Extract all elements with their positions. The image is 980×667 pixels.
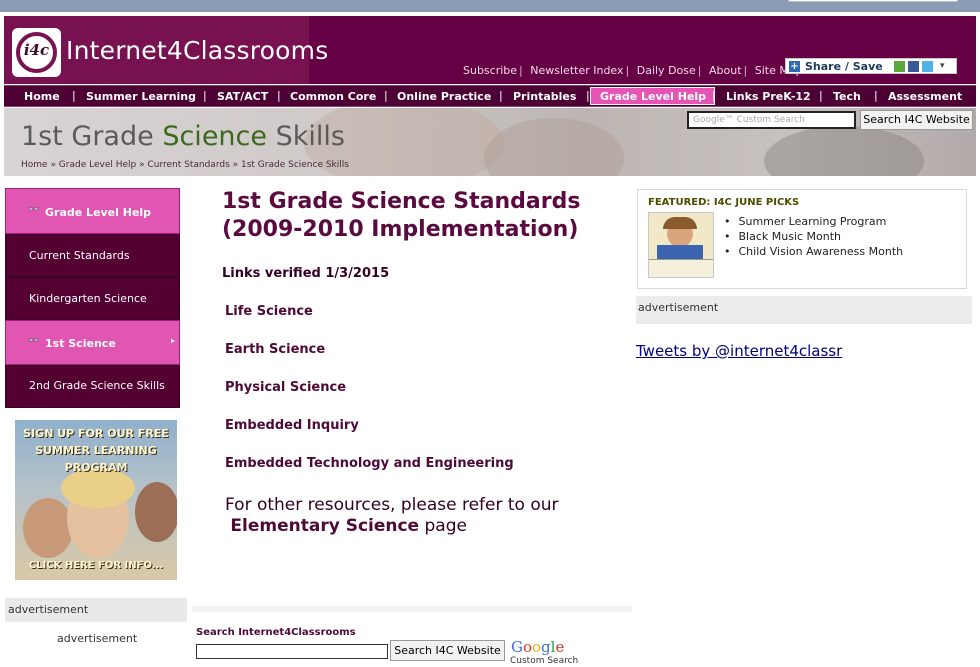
sidebar-item-current-standards[interactable]: Current Standards (5, 234, 180, 277)
google-logo-icon: Google (511, 638, 565, 656)
about-link[interactable]: About (709, 64, 742, 77)
daily-dose-link[interactable]: Daily Dose (637, 64, 696, 77)
utility-links: Subscribe | Newsletter Index | Daily Dose |… (463, 64, 803, 77)
site-header-frame: i4c Internet4Classrooms Subscribe | Newsl… (4, 16, 976, 176)
child-photo (23, 498, 73, 558)
sidebar-item-kindergarten-science[interactable]: Kindergarten Science (5, 277, 180, 320)
right-advertisement: advertisement (636, 296, 972, 324)
nav-summer-learning[interactable]: Summer Learning (86, 90, 196, 103)
featured-title: FEATURED: I4C JUNE PICKS (648, 197, 800, 208)
facebook-icon[interactable] (908, 61, 919, 72)
physical-science-link[interactable]: Physical Science (225, 380, 346, 395)
tweets-link[interactable]: Tweets by @internet4classr (636, 342, 842, 360)
main-heading: 1st Grade Science Standards (2009-2010 I… (222, 189, 581, 242)
nav-grade-level-help[interactable]: Grade Level Help (600, 90, 706, 103)
glasses-icon: 👓 (28, 205, 40, 215)
promo-headline: SIGN UP FOR OUR FREE SUMMER LEARNING PRO… (23, 427, 169, 474)
main-nav: Home | Summer Learning | SAT/ACT | Commo… (4, 85, 976, 107)
nav-home[interactable]: Home (24, 90, 60, 103)
sidebar-item-grade-level-help[interactable]: 👓 Grade Level Help (5, 188, 180, 234)
bottom-search-button[interactable]: Search I4C Website (390, 640, 505, 661)
glasses-icon: 👓 (28, 336, 40, 346)
bottom-search-input[interactable] (196, 644, 388, 659)
elementary-science-link[interactable]: Elementary Science (230, 516, 419, 536)
featured-list: Summer Learning Program Black Music Mont… (724, 214, 904, 259)
embedded-technology-link[interactable]: Embedded Technology and Engineering (225, 456, 514, 471)
twitter-icon[interactable] (922, 61, 933, 72)
top-strip-box (788, 0, 958, 2)
featured-item-child-vision[interactable]: Child Vision Awareness Month (724, 244, 904, 259)
sidebar-advertisement: advertisement (5, 598, 187, 622)
chevron-down-icon[interactable]: ▾ (940, 61, 951, 72)
browser-top-strip (0, 0, 980, 12)
promo-cta[interactable]: CLICK HERE FOR INFO... (15, 560, 177, 571)
featured-item-black-music-month[interactable]: Black Music Month (724, 229, 903, 244)
page-banner: 1st Grade Science Skills Home » Grade Le… (4, 108, 976, 176)
banner-search-button[interactable]: Search I4C Website (860, 110, 973, 130)
life-science-link[interactable]: Life Science (225, 304, 313, 319)
page-title: 1st Grade Science Skills (21, 121, 345, 152)
bottom-search-label: Search Internet4Classrooms (196, 627, 356, 638)
links-verified-text: Links verified 1/3/2015 (222, 266, 390, 281)
chevron-right-icon: ▸ (171, 336, 176, 345)
share-save-button[interactable]: + Share / Save ▾ (785, 58, 957, 74)
other-resources-line: Elementary Science page (230, 516, 467, 536)
sidebar-advertisement-2: advertisement (57, 632, 138, 645)
nav-tech[interactable]: Tech (833, 90, 861, 103)
nav-common-core[interactable]: Common Core (290, 90, 376, 103)
nav-online-practice[interactable]: Online Practice (397, 90, 491, 103)
site-header: i4c Internet4Classrooms Subscribe | Newsl… (4, 16, 976, 84)
banner-search-input[interactable]: Google™ Custom Search (687, 111, 856, 129)
featured-picks-box: FEATURED: I4C JUNE PICKS Summer Learning… (637, 189, 967, 289)
other-resources-text: For other resources, please refer to our (225, 495, 559, 515)
plus-icon: + (789, 61, 800, 72)
nav-printables[interactable]: Printables (513, 90, 576, 103)
google-custom-search-label: Custom Search (510, 656, 579, 666)
site-logo-text[interactable]: Internet4Classrooms (66, 36, 328, 65)
nav-sat-act[interactable]: SAT/ACT (217, 90, 268, 103)
newsletter-index-link[interactable]: Newsletter Index (530, 64, 623, 77)
nav-links-prek-12[interactable]: Links PreK-12 (726, 90, 811, 103)
email-share-icon[interactable] (894, 61, 905, 72)
featured-item-summer-learning[interactable]: Summer Learning Program (724, 214, 903, 229)
featured-image[interactable] (648, 212, 714, 278)
content-divider (192, 606, 632, 612)
breadcrumb[interactable]: Home » Grade Level Help » Current Standa… (21, 160, 349, 170)
subscribe-link[interactable]: Subscribe (463, 64, 517, 77)
embedded-inquiry-link[interactable]: Embedded Inquiry (225, 418, 359, 433)
nav-assessment[interactable]: Assessment (888, 90, 962, 103)
earth-science-link[interactable]: Earth Science (225, 342, 325, 357)
sidebar-item-1st-science[interactable]: 👓 1st Science ▸ (5, 320, 180, 365)
summer-program-promo[interactable]: SIGN UP FOR OUR FREE SUMMER LEARNING PRO… (15, 420, 177, 580)
sidebar-item-2nd-grade-science[interactable]: 2nd Grade Science Skills (5, 365, 180, 408)
logo-icon[interactable]: i4c (12, 28, 61, 77)
